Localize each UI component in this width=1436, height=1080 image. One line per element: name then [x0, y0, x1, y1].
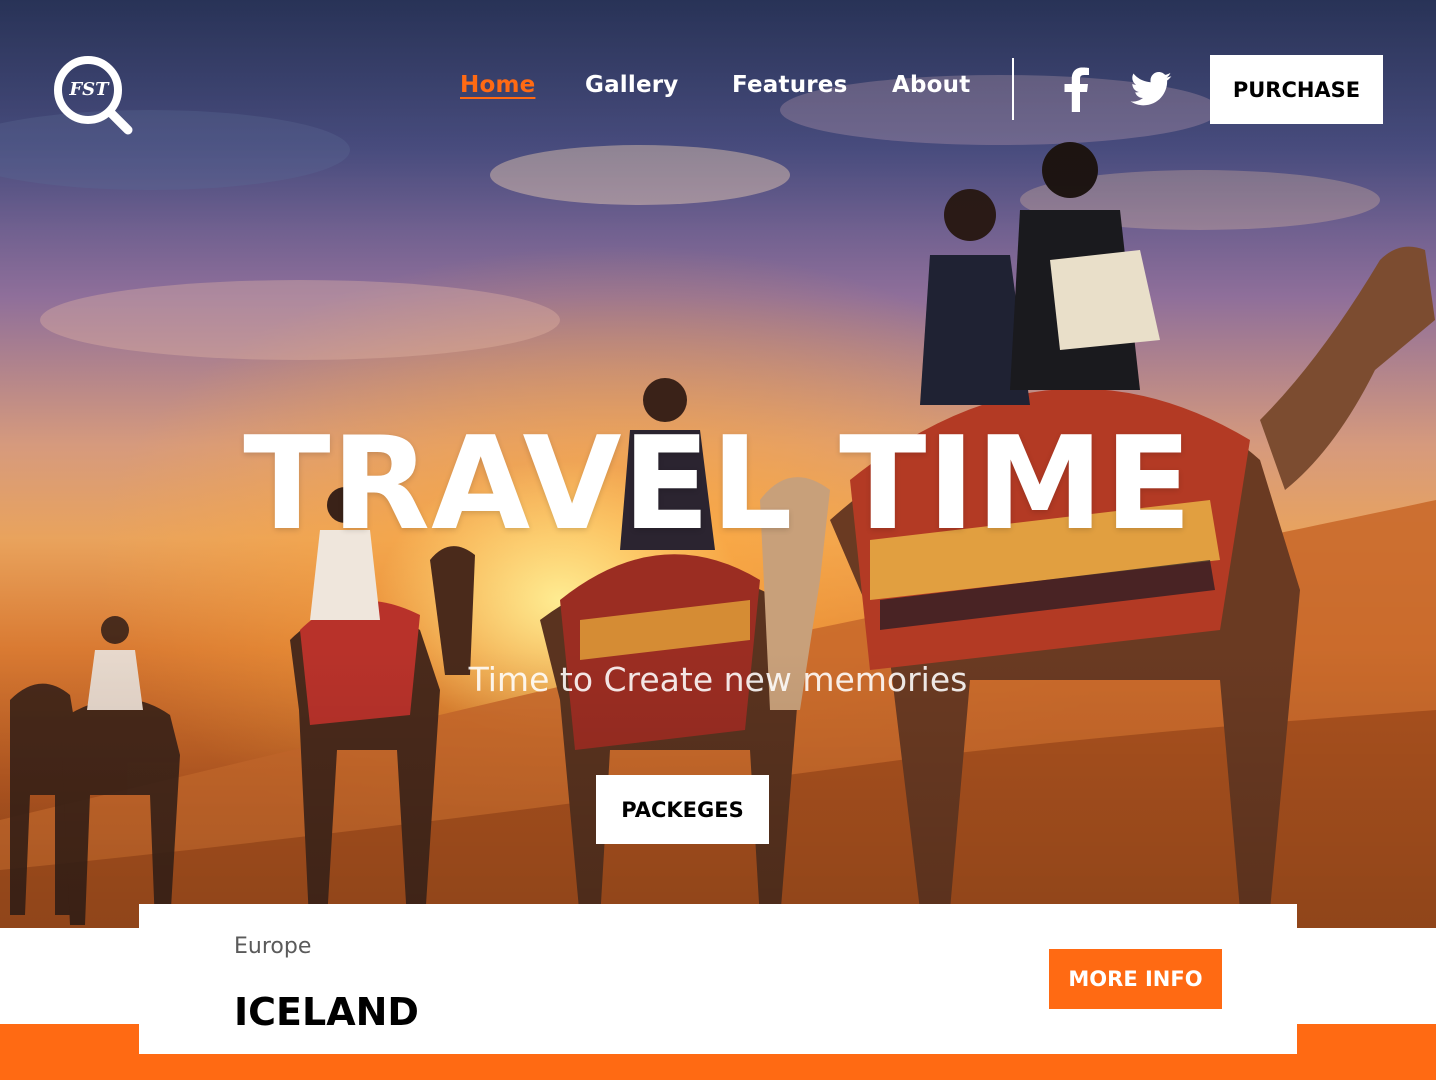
destination-card: Europe ICELAND MORE INFO — [139, 904, 1297, 1054]
destination-name: ICELAND — [234, 990, 419, 1034]
purchase-button[interactable]: PURCHASE — [1210, 55, 1383, 124]
nav-gallery-link[interactable]: Gallery — [585, 72, 679, 98]
destination-region: Europe — [234, 934, 312, 959]
facebook-icon[interactable] — [1062, 66, 1090, 112]
hero-subtitle: Time to Create new memories — [468, 660, 968, 699]
hero-title: TRAVEL TIME — [243, 410, 1193, 559]
more-info-button[interactable]: MORE INFO — [1049, 949, 1222, 1009]
twitter-icon[interactable] — [1130, 72, 1172, 106]
logo-text: FST — [69, 79, 109, 100]
nav-features-link[interactable]: Features — [732, 72, 848, 98]
nav-home-link[interactable]: Home — [460, 72, 535, 98]
packages-button[interactable]: PACKEGES — [596, 775, 769, 844]
nav-divider — [1012, 58, 1014, 120]
nav-about-link[interactable]: About — [892, 72, 970, 98]
